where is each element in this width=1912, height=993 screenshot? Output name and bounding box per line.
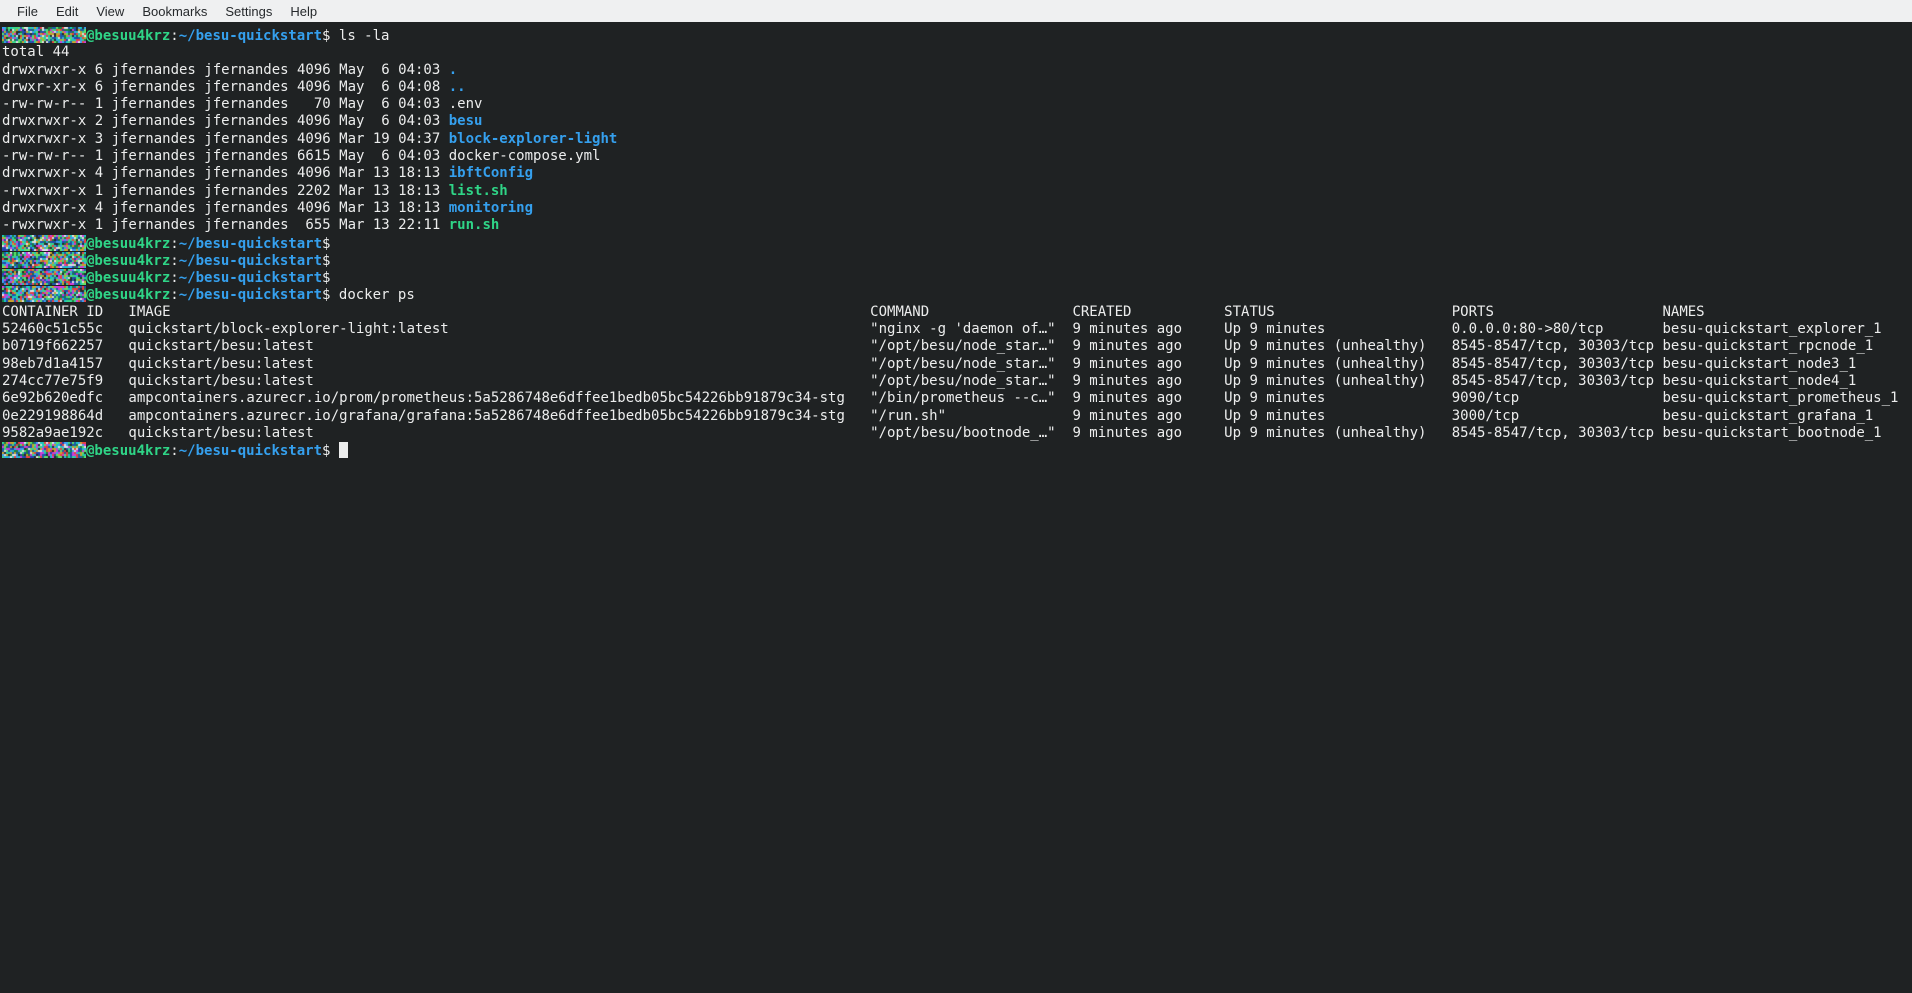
output-line: total 44 <box>2 44 1912 61</box>
prompt-user-host: @besuu4krz <box>86 287 170 303</box>
prompt-path: ~/besu-quickstart <box>179 443 322 459</box>
ls-meta: drwxr-xr-x 6 jfernandes jfernandes 4096 … <box>2 79 449 95</box>
ls-meta: drwxrwxr-x 6 jfernandes jfernandes 4096 … <box>2 62 449 78</box>
ls-meta: drwxrwxr-x 2 jfernandes jfernandes 4096 … <box>2 113 449 129</box>
docker-row-text: 9582a9ae192c quickstart/besu:latest "/op… <box>2 425 1898 441</box>
prompt-path: ~/besu-quickstart <box>179 236 322 252</box>
docker-row-text: 6e92b620edfc ampcontainers.azurecr.io/pr… <box>2 390 1898 406</box>
menu-item-view[interactable]: View <box>87 1 133 22</box>
ls-name: besu <box>449 113 483 129</box>
redacted-username-noise <box>2 269 86 285</box>
redacted-username-noise <box>2 235 86 251</box>
redacted-username-noise <box>2 252 86 268</box>
output-text: total 44 <box>2 44 69 60</box>
prompt-line: @besuu4krz:~/besu-quickstart$ docker ps <box>2 286 1912 303</box>
docker-header-text: CONTAINER ID IMAGE COMMAND CREATED STATU… <box>2 304 1898 320</box>
docker-table-row: 98eb7d1a4157 quickstart/besu:latest "/op… <box>2 356 1912 373</box>
ls-name: .env <box>449 96 483 112</box>
docker-table-row: b0719f662257 quickstart/besu:latest "/op… <box>2 338 1912 355</box>
docker-table-row: 6e92b620edfc ampcontainers.azurecr.io/pr… <box>2 390 1912 407</box>
prompt-path: ~/besu-quickstart <box>179 253 322 269</box>
ls-meta: drwxrwxr-x 4 jfernandes jfernandes 4096 … <box>2 200 449 216</box>
ls-row: -rwxrwxr-x 1 jfernandes jfernandes 655 M… <box>2 217 1912 234</box>
ls-name: block-explorer-light <box>449 131 618 147</box>
prompt-line: @besuu4krz:~/besu-quickstart$ <box>2 235 1912 252</box>
ls-row: -rw-rw-r-- 1 jfernandes jfernandes 70 Ma… <box>2 96 1912 113</box>
ls-name: ibftConfig <box>449 165 533 181</box>
docker-row-text: b0719f662257 quickstart/besu:latest "/op… <box>2 338 1898 354</box>
menu-item-bookmarks[interactable]: Bookmarks <box>133 1 216 22</box>
prompt-line: @besuu4krz:~/besu-quickstart$ <box>2 252 1912 269</box>
ls-meta: -rwxrwxr-x 1 jfernandes jfernandes 655 M… <box>2 217 449 233</box>
cursor-gap <box>330 443 338 459</box>
ls-name: list.sh <box>449 183 508 199</box>
menu-item-settings[interactable]: Settings <box>216 1 281 22</box>
menu-item-help[interactable]: Help <box>281 1 326 22</box>
prompt-symbol: $ <box>322 270 330 286</box>
redacted-username-noise <box>2 286 86 302</box>
ls-row: drwxrwxr-x 2 jfernandes jfernandes 4096 … <box>2 113 1912 130</box>
ls-row: drwxrwxr-x 6 jfernandes jfernandes 4096 … <box>2 62 1912 79</box>
prompt-path: ~/besu-quickstart <box>179 270 322 286</box>
docker-table-row: 9582a9ae192c quickstart/besu:latest "/op… <box>2 425 1912 442</box>
docker-table-row: 274cc77e75f9 quickstart/besu:latest "/op… <box>2 373 1912 390</box>
docker-row-text: 274cc77e75f9 quickstart/besu:latest "/op… <box>2 373 1898 389</box>
ls-meta: -rwxrwxr-x 1 jfernandes jfernandes 2202 … <box>2 183 449 199</box>
prompt-separator: : <box>170 236 178 252</box>
prompt-user-host: @besuu4krz <box>86 236 170 252</box>
prompt-symbol: $ <box>322 253 330 269</box>
docker-table-row: 0e229198864d ampcontainers.azurecr.io/gr… <box>2 408 1912 425</box>
terminal-screen[interactable]: @besuu4krz:~/besu-quickstart$ ls -latota… <box>0 22 1912 993</box>
ls-meta: -rw-rw-r-- 1 jfernandes jfernandes 70 Ma… <box>2 96 449 112</box>
prompt-path: ~/besu-quickstart <box>179 28 322 44</box>
docker-row-text: 52460c51c55c quickstart/block-explorer-l… <box>2 321 1898 337</box>
ls-name: monitoring <box>449 200 533 216</box>
menu-item-file[interactable]: File <box>8 1 47 22</box>
ls-meta: -rw-rw-r-- 1 jfernandes jfernandes 6615 … <box>2 148 449 164</box>
ls-name: .. <box>449 79 466 95</box>
prompt-separator: : <box>170 253 178 269</box>
ls-meta: drwxrwxr-x 3 jfernandes jfernandes 4096 … <box>2 131 449 147</box>
menu-bar: File Edit View Bookmarks Settings Help <box>0 0 1912 22</box>
redacted-username-noise <box>2 442 86 458</box>
prompt-line: @besuu4krz:~/besu-quickstart$ <box>2 269 1912 286</box>
prompt-user-host: @besuu4krz <box>86 28 170 44</box>
docker-table-row: 52460c51c55c quickstart/block-explorer-l… <box>2 321 1912 338</box>
prompt-separator: : <box>170 28 178 44</box>
ls-meta: drwxrwxr-x 4 jfernandes jfernandes 4096 … <box>2 165 449 181</box>
ls-row: drwxrwxr-x 4 jfernandes jfernandes 4096 … <box>2 165 1912 182</box>
ls-row: drwxr-xr-x 6 jfernandes jfernandes 4096 … <box>2 79 1912 96</box>
prompt-user-host: @besuu4krz <box>86 270 170 286</box>
cursor-block <box>339 442 348 458</box>
prompt-symbol: $ <box>322 236 330 252</box>
command-text: docker ps <box>330 287 414 303</box>
ls-name: run.sh <box>449 217 500 233</box>
redacted-username-noise <box>2 27 86 43</box>
command-text: ls -la <box>330 28 389 44</box>
docker-row-text: 0e229198864d ampcontainers.azurecr.io/gr… <box>2 408 1898 424</box>
prompt-path: ~/besu-quickstart <box>179 287 322 303</box>
prompt-user-host: @besuu4krz <box>86 253 170 269</box>
prompt-separator: : <box>170 443 178 459</box>
prompt-line: @besuu4krz:~/besu-quickstart$ ls -la <box>2 27 1912 44</box>
docker-row-text: 98eb7d1a4157 quickstart/besu:latest "/op… <box>2 356 1898 372</box>
ls-row: -rw-rw-r-- 1 jfernandes jfernandes 6615 … <box>2 148 1912 165</box>
ls-row: drwxrwxr-x 4 jfernandes jfernandes 4096 … <box>2 200 1912 217</box>
ls-row: drwxrwxr-x 3 jfernandes jfernandes 4096 … <box>2 131 1912 148</box>
prompt-separator: : <box>170 287 178 303</box>
docker-table-header: CONTAINER ID IMAGE COMMAND CREATED STATU… <box>2 304 1912 321</box>
ls-row: -rwxrwxr-x 1 jfernandes jfernandes 2202 … <box>2 183 1912 200</box>
prompt-separator: : <box>170 270 178 286</box>
menu-item-edit[interactable]: Edit <box>47 1 87 22</box>
prompt-user-host: @besuu4krz <box>86 443 170 459</box>
ls-name: . <box>449 62 457 78</box>
ls-name: docker-compose.yml <box>449 148 601 164</box>
prompt-line: @besuu4krz:~/besu-quickstart$ <box>2 442 1912 459</box>
